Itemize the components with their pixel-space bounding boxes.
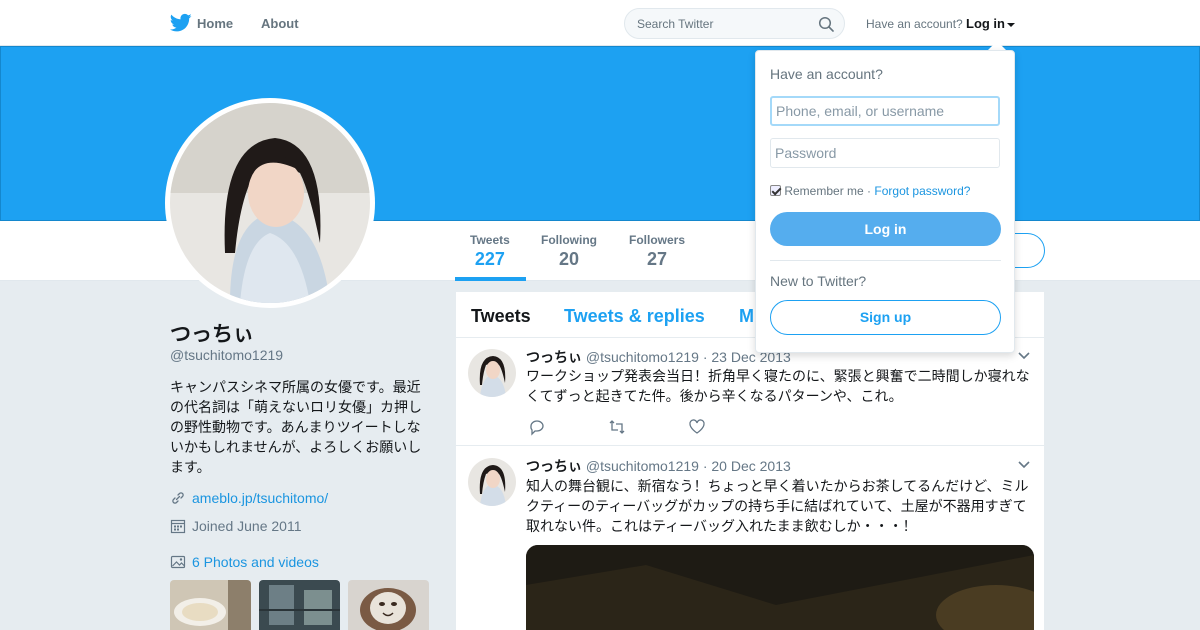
profile-url-link[interactable]: ameblo.jp/tsuchitomo/ [192,490,328,506]
remember-me-checkbox[interactable] [770,185,781,196]
have-account-text: Have an account? [866,17,963,31]
login-dropdown-toggle[interactable]: Log in [966,16,1015,31]
photo-thumbnail[interactable] [348,580,429,630]
tab-tweets[interactable]: Tweets [471,306,531,327]
retweet-icon[interactable] [608,418,626,436]
photo-icon [170,555,186,569]
profile-avatar[interactable] [165,98,375,308]
dropdown-divider [770,260,1001,261]
like-heart-icon[interactable] [688,418,706,436]
login-dropdown-title: Have an account? [770,66,883,82]
remember-row: Remember me · Forgot password? [770,184,970,198]
twitter-bird-icon[interactable] [170,13,192,33]
profile-joined-row: Joined June 2011 [170,518,302,534]
dropdown-arrow [988,41,1006,50]
link-icon [172,492,184,504]
stat-label: Following [541,233,597,247]
photo-thumbnail[interactable] [170,580,251,630]
top-navigation: Home About Search Twitter Have an accoun… [0,0,1200,46]
signup-button[interactable]: Sign up [770,300,1001,335]
tweet-text: ワークショップ発表会当日！折角早く寝たのに、緊張と興奮で二時間しか寝れなくてずっ… [526,368,1030,404]
photo-thumbnail[interactable] [259,580,340,630]
photo-thumbnails [170,580,430,630]
tweet-header: つっちぃ @tsuchitomo1219 · 20 Dec 2013 [526,456,791,476]
tweet-text: 知人の舞台観に、新宿なう！ちょっと早く着いたからお茶してるんだけど、ミルクティー… [526,478,1029,534]
remember-me-label[interactable]: Remember me [784,184,863,198]
login-button[interactable]: Log in [770,212,1001,246]
remember-separator: · [867,184,872,198]
login-dropdown: Have an account? Remember me · Forgot pa… [755,50,1015,353]
reply-icon[interactable] [528,418,546,436]
password-field[interactable] [770,138,1000,168]
profile-photos-link[interactable]: 6 Photos and videos [192,554,319,570]
new-to-twitter-text: New to Twitter? [770,273,867,289]
stat-label: Tweets [470,233,510,247]
profile-url-row: ameblo.jp/tsuchitomo/ [170,490,328,506]
tweet-header: つっちぃ @tsuchitomo1219 · 23 Dec 2013 [526,347,791,367]
stat-followers[interactable]: Followers 27 [629,233,685,270]
avatar-photo [170,103,370,303]
active-stat-underline [455,277,526,281]
calendar-icon [170,519,186,534]
caret-down-icon [1007,22,1015,27]
search-icon[interactable] [818,16,834,32]
login-toggle-label: Log in [966,16,1005,31]
stat-value: 227 [474,249,505,269]
tweet-media-photo[interactable] [526,545,1034,630]
tweet-author-name[interactable]: つっちぃ [526,349,582,365]
search-input[interactable]: Search Twitter [624,8,845,39]
nav-home-link[interactable]: Home [197,16,233,31]
chevron-down-icon[interactable] [1018,461,1030,469]
search-placeholder: Search Twitter [637,17,714,31]
username-field[interactable] [770,96,1000,126]
forgot-password-link[interactable]: Forgot password? [874,184,970,198]
nav-about-link[interactable]: About [261,16,299,31]
tab-media[interactable]: M [739,306,754,327]
tab-tweets-replies[interactable]: Tweets & replies [564,306,705,327]
profile-bio: キャンパスシネマ所属の女優です。最近の代名詞は「萌えないロリ女優」カ押しの野性動… [170,379,422,475]
tweet-meta[interactable]: @tsuchitomo1219 · 20 Dec 2013 [586,458,791,474]
stat-value: 27 [646,249,668,269]
tweet-item[interactable]: つっちぃ @tsuchitomo1219 · 23 Dec 2013 ワークショ… [456,338,1044,446]
tweet-author-name[interactable]: つっちぃ [526,458,582,474]
chevron-down-icon[interactable] [1018,352,1030,360]
stat-following[interactable]: Following 20 [541,233,597,270]
tweet-avatar[interactable] [468,349,516,397]
stat-tweets[interactable]: Tweets 227 [470,233,510,270]
profile-photos-row: 6 Photos and videos [170,554,319,570]
stat-label: Followers [629,233,686,247]
stat-value: 20 [558,249,580,269]
tweet-avatar[interactable] [468,458,516,506]
profile-joined: Joined June 2011 [192,518,302,534]
profile-handle[interactable]: @tsuchitomo1219 [170,347,283,363]
profile-name: つっちぃ [170,323,254,346]
